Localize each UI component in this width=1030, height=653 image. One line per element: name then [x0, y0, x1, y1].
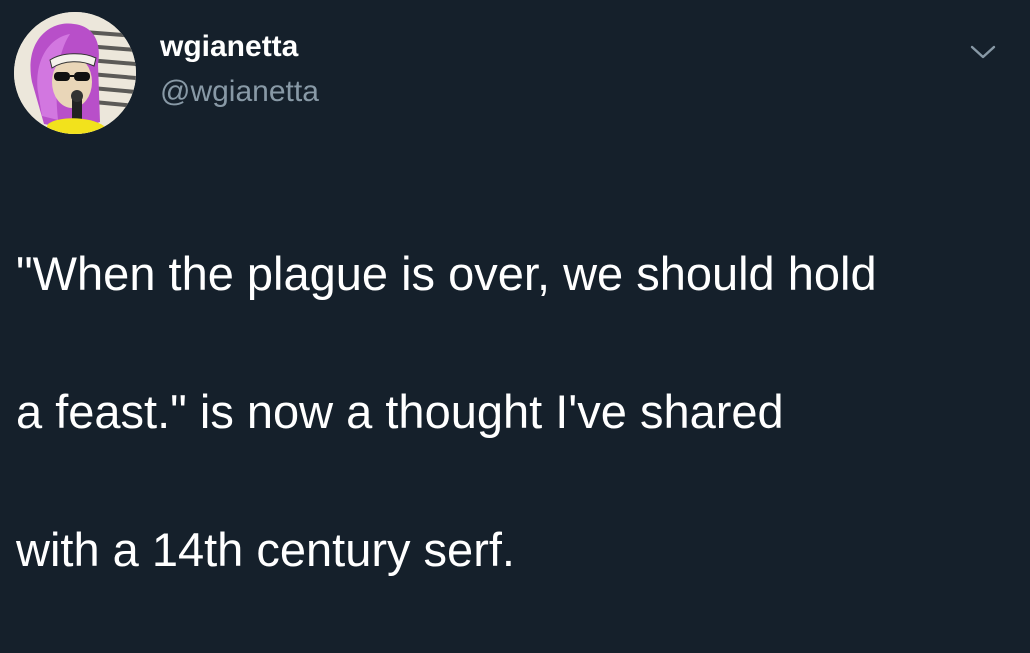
tweet-header: wgianetta @wgianetta [14, 12, 1014, 134]
avatar[interactable] [14, 12, 136, 134]
tweet-text: "When the plague is over, we should hold… [16, 170, 1016, 653]
tweet-text-line: with a 14th century serf. [16, 523, 515, 576]
tweet-card: wgianetta @wgianetta "When the plague is… [0, 0, 1030, 576]
user-handle[interactable]: @wgianetta [160, 75, 319, 109]
tweet-text-line: "When the plague is over, we should hold [16, 247, 877, 300]
tweet-menu-button[interactable] [966, 40, 1000, 64]
tweet-text-line: a feast." is now a thought I've shared [16, 385, 784, 438]
avatar-illustration-icon [14, 12, 136, 134]
chevron-down-icon [970, 45, 996, 59]
user-names: wgianetta @wgianetta [160, 30, 319, 109]
display-name[interactable]: wgianetta [160, 30, 319, 64]
